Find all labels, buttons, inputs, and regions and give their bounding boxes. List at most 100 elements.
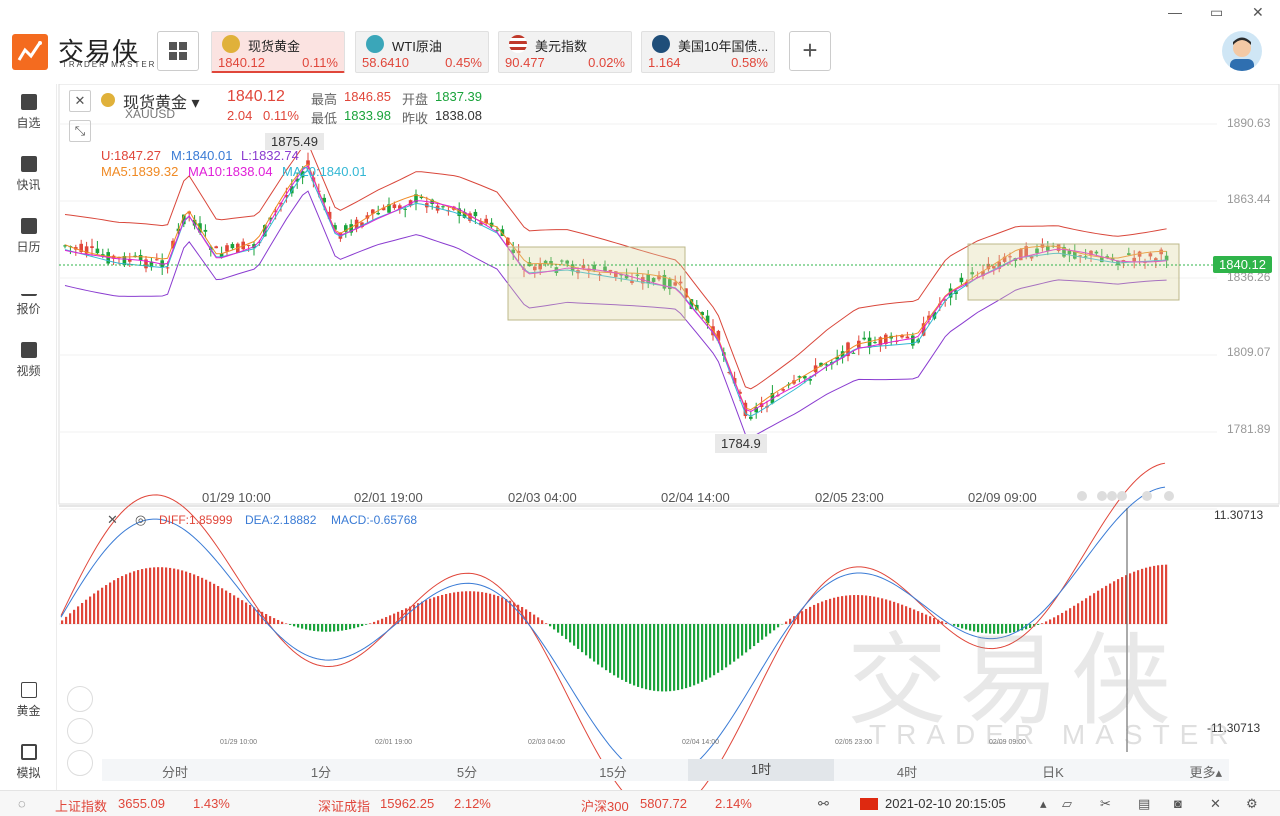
macd-bar [593,624,596,662]
quote-tab-wti[interactable]: WTI原油 58.6410 0.45% [355,31,489,73]
settings-icon[interactable]: ◎ [135,512,146,528]
sidebar-item-watchlist[interactable]: 自选 [0,94,57,131]
quote-tab-usd-index[interactable]: 美元指数 90.477 0.02% [498,31,632,73]
camera-icon[interactable]: ◙ [1174,796,1182,811]
macd-bar [817,603,820,624]
macd-bar [321,624,324,632]
x-tick: 02/04 14:00 [661,490,730,505]
caret-up-icon[interactable]: ▴ [1040,796,1047,812]
macd-bar [673,624,676,691]
macd-bar [677,624,680,691]
prev-close-label: 昨收 [402,111,429,126]
quote-tab-name: 现货黄金 [248,39,301,54]
macd-bar [317,624,320,632]
macd-bar [589,624,592,659]
indicator-icon[interactable] [67,750,93,776]
tf-tick[interactable]: 分时 [102,762,248,781]
macd-bar [157,567,160,624]
settings-gear-icon[interactable]: ⚙ [1246,796,1258,812]
sidebar-item-gold[interactable]: 黄金 [0,682,57,719]
tools-icon[interactable]: ✂ [1100,796,1111,812]
sidebar-item-quotes[interactable]: 报价 [0,280,57,317]
macd-bar [393,613,396,624]
candle-body [225,245,229,252]
highlight-box [507,246,686,321]
sz-index-label[interactable]: 深证成指 [318,796,370,815]
macd-bar [633,624,636,686]
candle-body [441,206,445,208]
network-icon[interactable]: ⚯ [818,796,829,812]
tf-5m[interactable]: 5分 [394,762,540,781]
tf-day[interactable]: 日K [980,762,1126,781]
macd-diff: DIFF:1.85999 [159,513,233,527]
tf-1m[interactable]: 1分 [248,762,394,781]
macd-bar [457,591,460,624]
macd-bar [597,624,600,665]
macd-bar [713,624,716,676]
macd-bar [177,569,180,624]
macd-bar [497,595,500,624]
bond-chart-icon [652,35,670,53]
user-avatar[interactable] [1222,31,1262,71]
hs300-label[interactable]: 沪深300 [581,796,629,815]
macd-bar [609,624,612,673]
sh-index-pct: 1.43% [193,796,230,811]
macd-x-tick: 02/01 19:00 [375,739,412,746]
macd-bar [709,624,712,678]
sidebar-item-simulate[interactable]: 模拟 [0,744,57,781]
candle-body [376,212,380,215]
macd-bar [693,624,696,686]
quote-tab-gold[interactable]: 现货黄金 1840.12 0.11% [211,31,345,73]
tf-4h[interactable]: 4时 [834,762,980,781]
macd-bar [761,624,764,640]
tf-more[interactable]: 更多▴ [1132,762,1222,781]
macd-bar [153,567,156,624]
ma10-label: MA10:1838.04 [188,164,273,179]
quote-tab-price: 1.164 [648,55,681,70]
macd-bar [685,624,688,689]
macd-bar [701,624,704,682]
notebook-icon[interactable]: ▤ [1138,796,1150,812]
chart-area[interactable]: ✕ ⤡ 现货黄金 ▾ XAUUSD 1840.12 2.04 0.11% 最高 … [57,84,1280,790]
tf-15m[interactable]: 15分 [540,762,686,781]
sge-icon [20,682,37,698]
news-icon [20,156,37,172]
candle-body [246,244,251,246]
sidebar-item-video[interactable]: 视频 [0,342,57,379]
close-chart-button[interactable]: ✕ [69,90,91,112]
macd-bar [749,624,752,650]
collapse-icon[interactable]: ⤡ [69,120,91,142]
restore-button[interactable]: ▭ [1210,4,1223,21]
macd-bar [661,624,664,692]
macd-bar [169,567,172,624]
quote-tab-us10y[interactable]: 美国10年国债... 1.164 0.58% [641,31,775,73]
candle-tool-icon[interactable] [67,686,93,712]
macd-bar [577,624,580,649]
sidebar-item-calendar[interactable]: 日历 [0,218,57,255]
macd-bar [373,621,376,624]
macd-bar [529,611,532,624]
sidebar-item-label: 视频 [16,364,41,378]
macd-bar [821,601,824,624]
x-tick: 02/05 23:00 [815,490,884,505]
mute-icon[interactable]: ✕ [1210,796,1221,812]
minimize-button[interactable]: — [1168,4,1182,20]
macd-bar [237,597,240,624]
headset-icon[interactable]: ◌ [18,796,26,811]
macd-bar [77,606,80,624]
draw-pen-icon[interactable] [67,718,93,744]
sidebar: 自选 快讯 日历 报价 视频 黄金 模拟 [0,84,57,790]
close-button[interactable]: ✕ [1252,4,1264,21]
header-price: 1840.12 [227,88,285,105]
chart-toggle-icon[interactable]: ▱ [1062,796,1072,812]
grid-icon [169,42,187,60]
sh-index-label[interactable]: 上证指数 [55,796,107,815]
close-macd-button[interactable]: ✕ [107,512,118,528]
add-quote-button[interactable]: + [789,31,831,71]
macd-bar [617,624,620,678]
grid-menu-button[interactable] [157,31,199,71]
macd-bar [505,598,508,624]
quote-tab-name: WTI原油 [392,39,442,54]
tf-1h[interactable]: 1时 [688,759,834,781]
sidebar-item-news[interactable]: 快讯 [0,156,57,193]
